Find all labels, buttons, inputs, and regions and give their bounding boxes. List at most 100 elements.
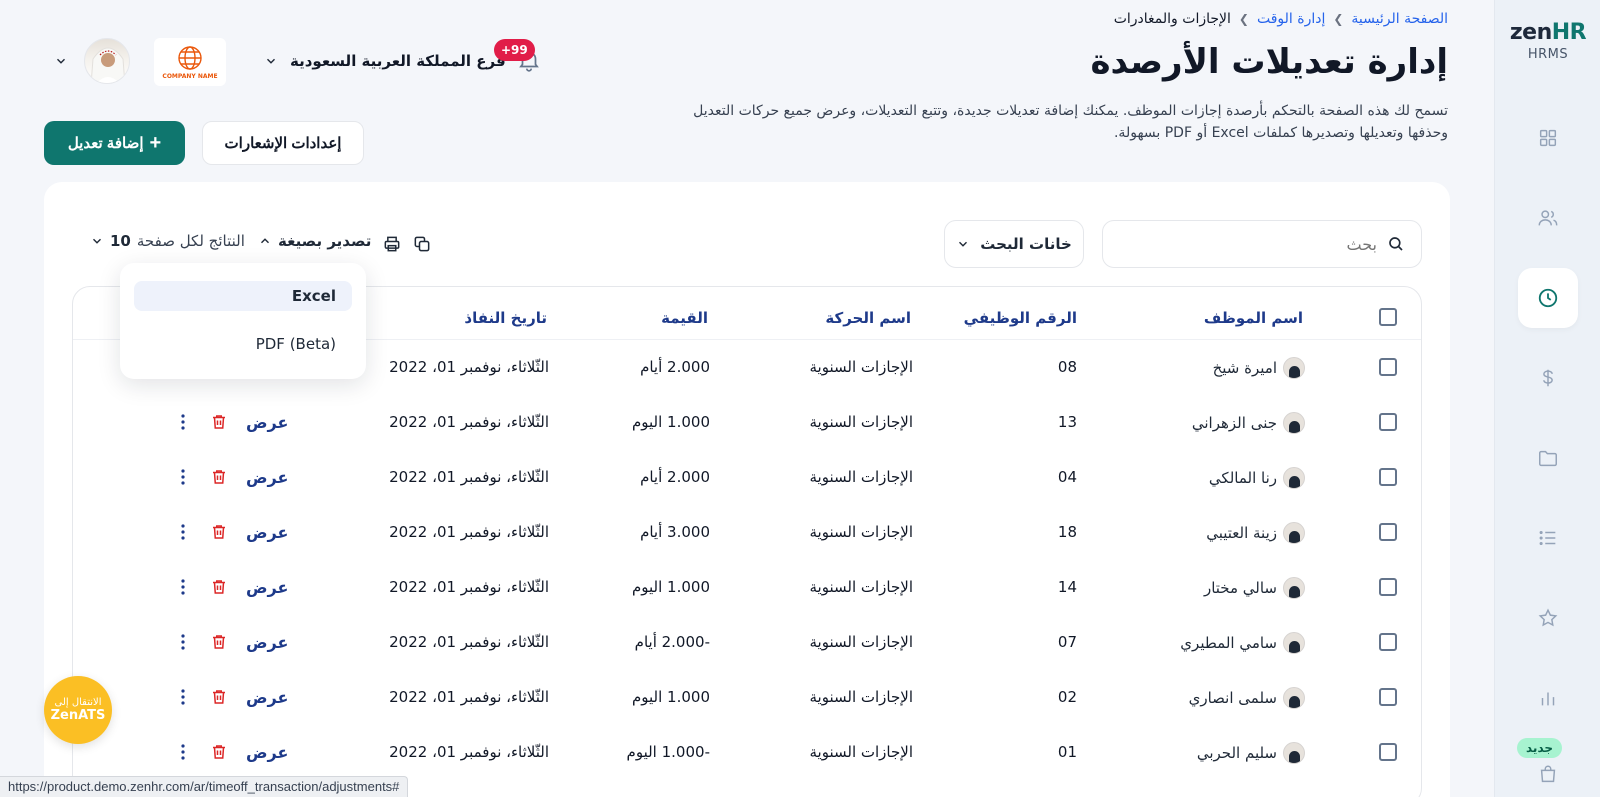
search-icon xyxy=(1389,237,1403,251)
shopping-bag-icon xyxy=(1540,765,1556,783)
table-row: زينة العتيبي 18 الإجازات السنوية 3.000 أيام… xyxy=(73,505,1421,560)
adjustment-value: 2.000 أيام xyxy=(640,358,710,376)
employee-avatar xyxy=(1283,356,1305,379)
export-option-excel[interactable]: Excel xyxy=(134,281,352,311)
row-checkbox[interactable] xyxy=(1379,688,1397,706)
employee-cell[interactable]: سليم الحربي xyxy=(1197,725,1305,780)
more-vertical-icon[interactable] xyxy=(180,523,186,541)
chevron-down-icon[interactable] xyxy=(54,54,68,68)
employee-name: سلمى انصاري xyxy=(1188,688,1277,707)
row-checkbox[interactable] xyxy=(1379,743,1397,761)
employee-cell[interactable]: سالي مختار xyxy=(1204,560,1305,615)
view-link[interactable]: عرض xyxy=(246,670,288,725)
folder-icon xyxy=(1539,450,1557,467)
search-input[interactable] xyxy=(1137,234,1377,254)
more-vertical-icon[interactable] xyxy=(180,633,186,651)
page-title: إدارة تعديلات الأرصدة xyxy=(1090,42,1448,82)
sidebar-item-requests[interactable] xyxy=(1518,508,1578,568)
sidebar-item-documents[interactable] xyxy=(1518,428,1578,488)
transaction-name: الإجازات السنوية xyxy=(809,523,913,541)
company-logo[interactable]: COMPANY NAME xyxy=(154,38,226,86)
row-checkbox[interactable] xyxy=(1379,633,1397,651)
sidebar-item-employees[interactable] xyxy=(1518,188,1578,248)
select-all-checkbox[interactable] xyxy=(1379,308,1397,326)
per-page-selector[interactable]: 10 النتائج لكل صفحة xyxy=(90,232,245,250)
trash-icon[interactable] xyxy=(210,523,228,541)
sidebar-item-store[interactable] xyxy=(1518,752,1578,796)
chevron-down-icon xyxy=(93,238,101,244)
employee-cell[interactable]: جنى الزهراني xyxy=(1192,395,1305,450)
trash-icon[interactable] xyxy=(210,578,228,596)
table-row: جنى الزهراني 13 الإجازات السنوية 1.000 اليو… xyxy=(73,395,1421,450)
row-checkbox[interactable] xyxy=(1379,468,1397,486)
sidebar-item-payroll[interactable] xyxy=(1518,348,1578,408)
view-link[interactable]: عرض xyxy=(246,395,288,450)
row-checkbox[interactable] xyxy=(1379,578,1397,596)
effective-date: الثّلاثاء، نوفمبر 01، 2022 xyxy=(389,413,549,431)
zenats-switch-button[interactable]: الانتقال إلى ZenATS xyxy=(44,676,112,744)
table-row: سالي مختار 14 الإجازات السنوية 1.000 اليوم ا… xyxy=(73,560,1421,615)
transaction-name: الإجازات السنوية xyxy=(809,413,913,431)
print-icon[interactable] xyxy=(382,234,402,254)
employee-cell[interactable]: سامي المطيري xyxy=(1180,615,1305,670)
more-vertical-icon[interactable] xyxy=(180,688,186,706)
notification-settings-button[interactable]: إعدادات الإشعارات xyxy=(202,121,364,165)
clock-icon xyxy=(1538,288,1558,308)
row-checkbox[interactable] xyxy=(1379,413,1397,431)
row-checkbox[interactable] xyxy=(1379,523,1397,541)
view-link[interactable]: عرض xyxy=(246,505,288,560)
plus-icon: + xyxy=(149,132,162,154)
view-link[interactable]: عرض xyxy=(246,450,288,505)
breadcrumb-leaves: الإجازات والمغادرات xyxy=(1113,11,1231,27)
employee-id: 01 xyxy=(1057,743,1077,761)
zenats-line2: ZenATS xyxy=(50,708,106,723)
add-adjustment-label: إضافة تعديل xyxy=(67,135,144,152)
employee-id: 02 xyxy=(1057,688,1077,706)
trash-icon[interactable] xyxy=(210,413,228,431)
avatar[interactable] xyxy=(84,38,130,84)
trash-icon[interactable] xyxy=(210,743,228,761)
effective-date: الثّلاثاء، نوفمبر 01، 2022 xyxy=(389,688,549,706)
sidebar-item-time[interactable] xyxy=(1518,268,1578,328)
view-link[interactable]: عرض xyxy=(246,560,288,615)
sidebar-item-reports[interactable] xyxy=(1518,668,1578,728)
export-option-pdf[interactable]: PDF (Beta) xyxy=(134,329,352,359)
employee-cell[interactable]: رنا المالكي xyxy=(1209,450,1305,505)
employee-cell[interactable]: سلمى انصاري xyxy=(1189,670,1305,725)
trash-icon[interactable] xyxy=(210,688,228,706)
column-effective-date: تاريخ النفاذ xyxy=(464,309,547,327)
copy-icon[interactable] xyxy=(412,234,432,254)
add-adjustment-button[interactable]: + إضافة تعديل xyxy=(44,121,185,165)
bar-chart-icon xyxy=(1541,692,1555,706)
transaction-name: الإجازات السنوية xyxy=(809,743,913,761)
more-vertical-icon[interactable] xyxy=(180,413,186,431)
view-link[interactable]: عرض xyxy=(246,725,288,780)
transaction-name: الإجازات السنوية xyxy=(809,633,913,651)
search-box[interactable] xyxy=(1102,220,1422,268)
breadcrumb-home[interactable]: الصفحة الرئيسية xyxy=(1351,11,1448,27)
trash-icon[interactable] xyxy=(210,633,228,651)
more-vertical-icon[interactable] xyxy=(180,743,186,761)
row-checkbox[interactable] xyxy=(1379,358,1397,376)
more-vertical-icon[interactable] xyxy=(180,468,186,486)
export-format-menu: Excel PDF (Beta) xyxy=(120,263,366,379)
breadcrumb-time-management[interactable]: إدارة الوقت xyxy=(1257,11,1325,27)
employee-avatar xyxy=(1283,576,1305,599)
employee-avatar xyxy=(1283,631,1305,654)
trash-icon[interactable] xyxy=(210,468,228,486)
sidebar-item-performance[interactable] xyxy=(1518,588,1578,648)
view-link[interactable]: عرض xyxy=(246,615,288,670)
effective-date: الثّلاثاء، نوفمبر 01، 2022 xyxy=(389,633,549,651)
zenhr-logo[interactable]: zenHR HRMS xyxy=(1495,20,1600,62)
column-employee-name: اسم الموظف xyxy=(1203,309,1303,327)
branch-selector[interactable]: فرع المملكة العربية السعودية xyxy=(264,52,506,70)
status-bar-url: https://product.demo.zenhr.com/ar/timeof… xyxy=(0,776,409,797)
search-fields-dropdown[interactable]: خانات البحث xyxy=(944,220,1084,268)
chevron-left-icon: ❮ xyxy=(1238,12,1249,26)
more-vertical-icon[interactable] xyxy=(180,578,186,596)
export-format-selector[interactable]: تصدير بصيغة xyxy=(258,232,371,250)
employee-cell[interactable]: اميرة شيخ xyxy=(1213,340,1305,395)
chevron-left-icon: ❮ xyxy=(1333,12,1344,26)
employee-cell[interactable]: زينة العتيبي xyxy=(1206,505,1305,560)
sidebar-item-dashboard[interactable] xyxy=(1518,108,1578,168)
